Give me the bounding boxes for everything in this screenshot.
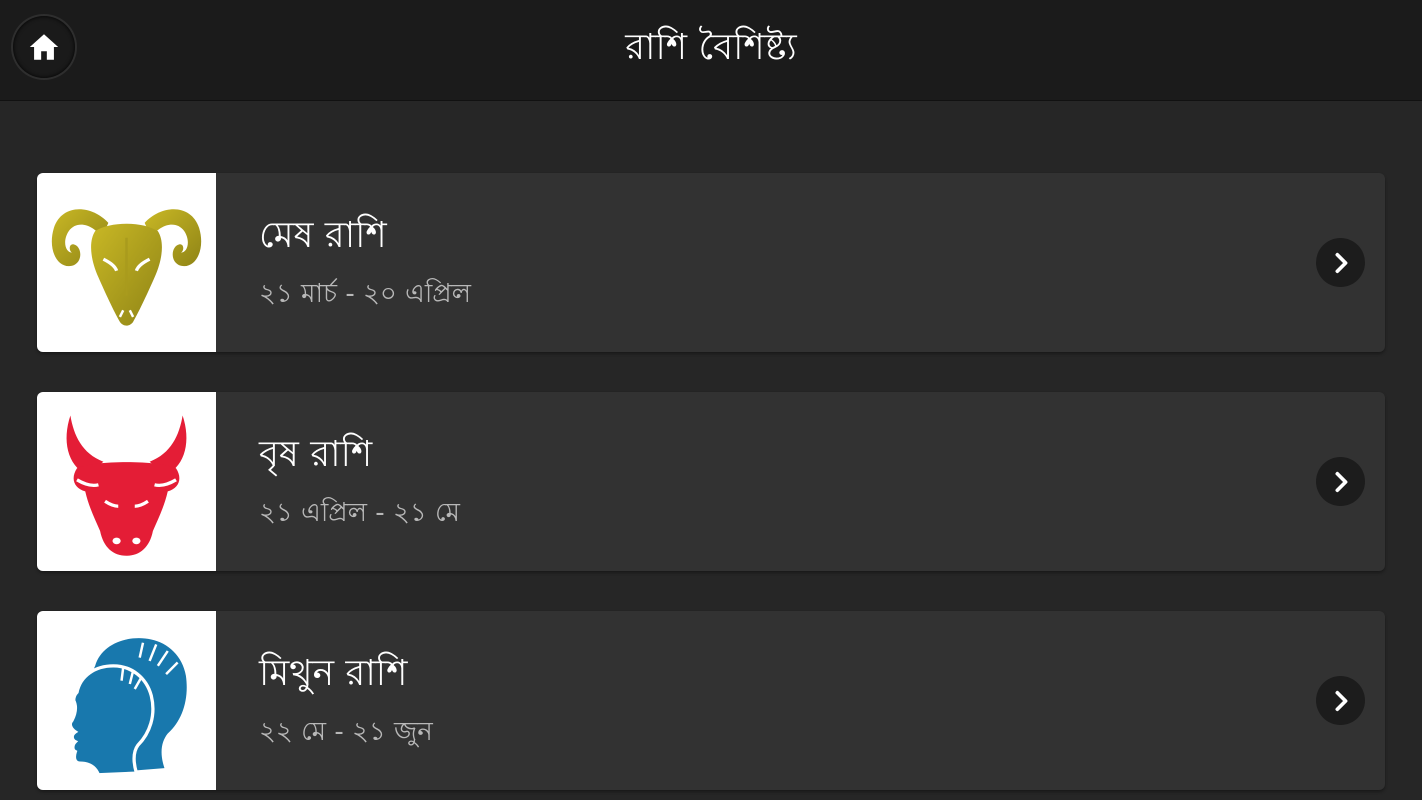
open-button[interactable] bbox=[1316, 238, 1365, 287]
thumbnail bbox=[37, 392, 216, 571]
chevron-right-icon bbox=[1335, 252, 1347, 273]
chevron-right-icon bbox=[1335, 471, 1347, 492]
sign-name: বৃষ রাশি bbox=[259, 434, 373, 475]
page-title: রাশি বৈশিষ্ট্য bbox=[625, 27, 797, 68]
list-item-aries[interactable]: মেষ রাশি ২১ মার্চ - ২০ এপ্রিল bbox=[37, 173, 1385, 352]
sign-dates: ২১ এপ্রিল - ২১ মে bbox=[259, 498, 460, 528]
list-item-gemini[interactable]: মিথুন রাশি ২২ মে - ২১ জুন bbox=[37, 611, 1385, 790]
bull-icon bbox=[66, 415, 187, 556]
twins-icon bbox=[68, 638, 187, 777]
sign-name: মিথুন রাশি bbox=[259, 653, 408, 694]
sign-name: মেষ রাশি bbox=[259, 215, 387, 256]
list-item-taurus[interactable]: বৃষ রাশি ২১ এপ্রিল - ২১ মে bbox=[37, 392, 1385, 571]
ram-icon bbox=[51, 209, 202, 326]
sign-dates: ২১ মার্চ - ২০ এপ্রিল bbox=[259, 279, 472, 309]
open-button[interactable] bbox=[1316, 457, 1365, 506]
chevron-right-icon bbox=[1335, 690, 1347, 711]
thumbnail bbox=[37, 173, 216, 352]
thumbnail bbox=[37, 611, 216, 790]
open-button[interactable] bbox=[1316, 676, 1365, 725]
app-header: রাশি বৈশিষ্ট্য bbox=[0, 0, 1422, 100]
sign-dates: ২২ মে - ২১ জুন bbox=[259, 717, 433, 747]
